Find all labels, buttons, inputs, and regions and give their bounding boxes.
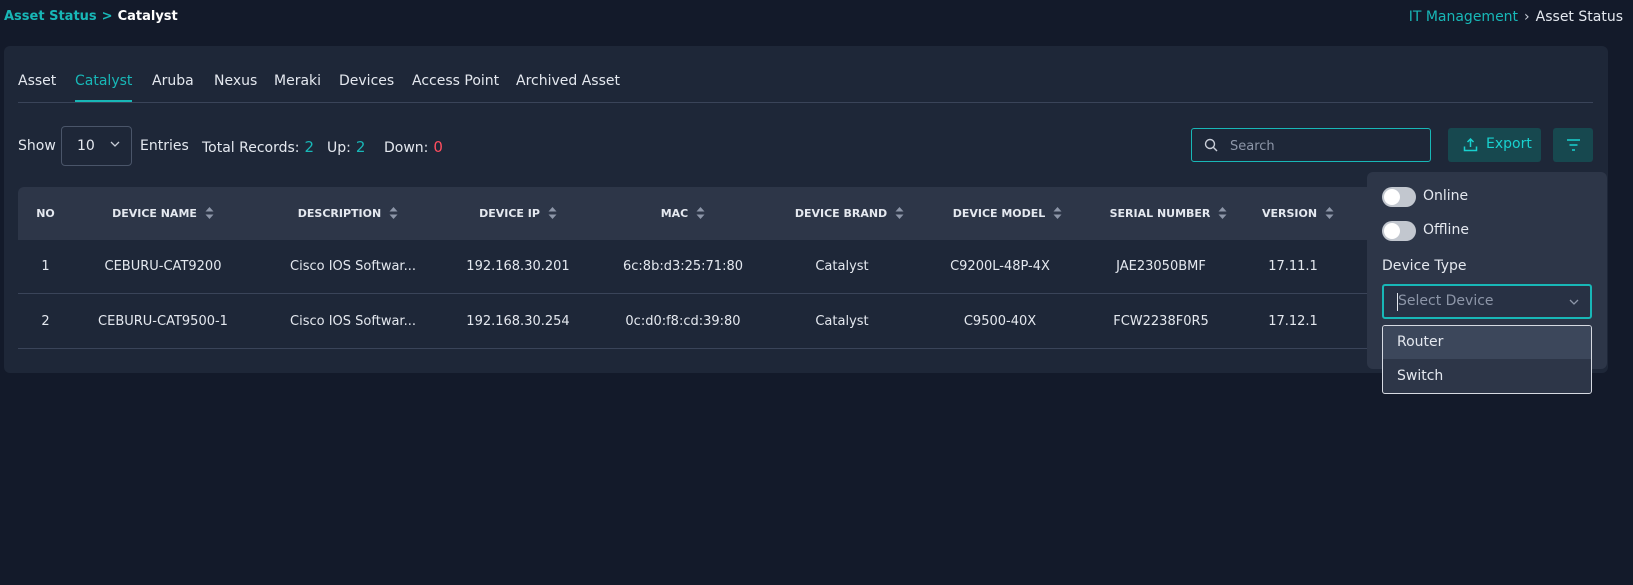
filter-icon [1567, 139, 1580, 151]
total-records-label: Total Records: [202, 140, 300, 156]
column-header-serial-number[interactable]: SERIAL NUMBER [1086, 187, 1251, 240]
column-header-label: DEVICE NAME [112, 207, 197, 220]
search-icon [1204, 138, 1218, 152]
tab-bar: Asset Catalyst Aruba Nexus Meraki Device… [18, 46, 1593, 103]
column-header-label: DEVICE IP [479, 207, 540, 220]
column-header-label: DEVICE MODEL [952, 207, 1046, 220]
cell-device-ip: 192.168.30.201 [466, 259, 570, 274]
tab-devices[interactable]: Devices [339, 73, 394, 99]
entries-label: Entries [140, 138, 189, 154]
up-count-value: 2 [355, 138, 366, 156]
column-header-label: DEVICE BRAND [794, 207, 888, 220]
breadcrumb: Asset Status > Catalyst [4, 9, 178, 24]
cell-serial-number: JAE23050BMF [1116, 259, 1206, 274]
sort-icon [696, 206, 705, 219]
up-count: Up: 2 [327, 138, 365, 156]
filter-button[interactable] [1553, 128, 1593, 162]
tab-nexus[interactable]: Nexus [214, 73, 257, 99]
column-header-label: VERSION [1261, 207, 1318, 220]
cell-device-brand: Catalyst [815, 259, 869, 274]
down-count-value: 0 [433, 138, 443, 156]
cell-description: Cisco IOS Softwar... [290, 259, 416, 274]
search-input[interactable] [1230, 136, 1420, 156]
down-count-label: Down: [384, 140, 429, 156]
breadcrumb-trail-parent-link[interactable]: IT Management [1409, 9, 1518, 25]
total-records-value: 2 [304, 138, 315, 156]
toggle-knob [1384, 223, 1400, 239]
column-header-version[interactable]: VERSION [1243, 187, 1353, 240]
breadcrumb-trail-current: Asset Status [1535, 9, 1623, 25]
up-count-label: Up: [327, 140, 351, 156]
sort-icon [1325, 206, 1334, 219]
toggle-knob [1384, 189, 1400, 205]
search-box [1191, 128, 1431, 162]
tab-meraki[interactable]: Meraki [274, 73, 321, 99]
down-count: Down: 0 [384, 138, 443, 156]
cell-mac: 6c:8b:d3:25:71:80 [623, 259, 743, 274]
device-type-placeholder: Select Device [1398, 293, 1494, 309]
tab-asset[interactable]: Asset [18, 73, 56, 99]
sort-icon [1218, 206, 1227, 219]
sort-icon [895, 206, 904, 219]
cell-no: 2 [41, 314, 50, 329]
upload-icon [1463, 137, 1478, 152]
sort-icon [389, 206, 398, 219]
tab-archived-asset[interactable]: Archived Asset [516, 73, 620, 99]
column-header-description[interactable]: DESCRIPTION [273, 187, 423, 240]
entries-select[interactable]: 10 [61, 126, 132, 166]
cell-device-ip: 192.168.30.254 [466, 314, 570, 329]
breadcrumb-separator: > [101, 9, 113, 24]
cell-version: 17.11.1 [1268, 259, 1318, 274]
cell-version: 17.12.1 [1268, 314, 1318, 329]
tab-access-point[interactable]: Access Point [412, 73, 499, 99]
option-router[interactable]: Router [1383, 326, 1591, 359]
cell-description: Cisco IOS Softwar... [290, 314, 416, 329]
column-header-device-ip[interactable]: DEVICE IP [443, 187, 593, 240]
column-header-label: DESCRIPTION [297, 207, 382, 220]
breadcrumb-trail: IT Management › Asset Status [1409, 9, 1623, 25]
tab-aruba[interactable]: Aruba [152, 73, 194, 99]
column-header-device-brand[interactable]: DEVICE BRAND [767, 187, 932, 240]
export-button[interactable]: Export [1448, 128, 1541, 162]
online-toggle-label: Online [1423, 188, 1469, 204]
cell-device-model: C9200L-48P-4X [950, 259, 1050, 274]
device-type-select[interactable]: Select Device [1382, 284, 1592, 319]
cell-device-brand: Catalyst [815, 314, 869, 329]
sort-icon [205, 206, 214, 219]
tab-catalyst[interactable]: Catalyst [75, 73, 133, 102]
column-header-mac[interactable]: MAC [608, 187, 758, 240]
cell-serial-number: FCW2238F0R5 [1113, 314, 1209, 329]
offline-toggle-label: Offline [1423, 222, 1469, 238]
entries-select-value: 10 [77, 138, 95, 154]
sort-icon [548, 206, 557, 219]
breadcrumb-parent-link[interactable]: Asset Status [4, 9, 97, 24]
export-button-label: Export [1486, 136, 1532, 152]
online-toggle[interactable] [1382, 187, 1416, 207]
breadcrumb-trail-separator: › [1524, 9, 1530, 25]
device-type-label: Device Type [1382, 258, 1467, 274]
top-bar: Asset Status > Catalyst IT Management › Asse… [4, 9, 1623, 31]
cell-device-model: C9500-40X [963, 314, 1037, 329]
breadcrumb-current: Catalyst [117, 9, 178, 24]
offline-toggle[interactable] [1382, 221, 1416, 241]
column-header-label: SERIAL NUMBER [1109, 207, 1211, 220]
cell-device-name: CEBURU-CAT9200 [104, 259, 222, 274]
chevron-down-icon [110, 141, 120, 147]
column-header-device-model[interactable]: DEVICE MODEL [925, 187, 1090, 240]
column-header-label: MAC [660, 207, 689, 220]
cell-mac: 0c:d0:f8:cd:39:80 [625, 314, 741, 329]
total-records: Total Records: 2 [202, 138, 314, 156]
column-header-device-name[interactable]: DEVICE NAME [88, 187, 238, 240]
device-type-dropdown: Router Switch [1382, 325, 1592, 394]
cell-device-name: CEBURU-CAT9500-1 [98, 314, 228, 329]
cell-no: 1 [41, 259, 50, 274]
show-label: Show [18, 138, 56, 154]
column-header-no: NO [36, 207, 55, 220]
option-switch[interactable]: Switch [1383, 360, 1591, 393]
sort-icon [1053, 206, 1062, 219]
chevron-down-icon [1569, 299, 1579, 305]
